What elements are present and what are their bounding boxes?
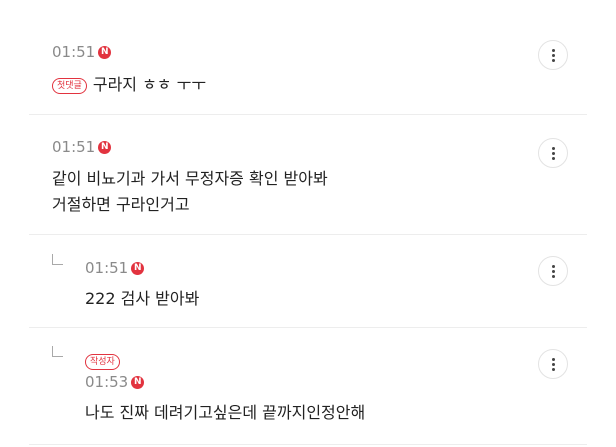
first-comment-tag: 첫댓글 xyxy=(52,78,87,94)
comment-time: 01:51 xyxy=(85,259,129,277)
comment-time: 01:51 xyxy=(52,138,96,156)
more-options-button[interactable] xyxy=(538,40,568,70)
more-vertical-icon-dot xyxy=(551,156,555,160)
new-badge-icon: N xyxy=(131,375,145,389)
comment-meta: 01:51 N xyxy=(52,138,112,156)
new-badge-icon: N xyxy=(98,45,112,59)
author-tag: 작성자 xyxy=(85,354,120,370)
comment-time: 01:51 xyxy=(52,43,96,61)
comment-divider xyxy=(29,114,587,115)
more-vertical-icon xyxy=(551,264,555,268)
new-badge-icon: N xyxy=(131,261,145,275)
new-badge-icon: N xyxy=(98,140,112,154)
comment-text: 222 검사 받아봐 xyxy=(85,289,200,308)
comment-divider xyxy=(29,234,587,235)
comment-text: 구라지 ㅎㅎ ㅜㅜ xyxy=(92,75,207,94)
comment-text-line-2: 거절하면 구라인거고 xyxy=(52,195,190,214)
comment-meta: 01:53 N xyxy=(85,373,145,391)
reply-arrow-icon xyxy=(52,346,63,357)
reply-arrow-icon xyxy=(52,254,63,265)
comment-divider xyxy=(29,327,587,328)
more-vertical-icon xyxy=(551,146,555,150)
more-options-button[interactable] xyxy=(538,256,568,286)
more-vertical-icon-dot xyxy=(551,367,555,371)
comment-text: 나도 진짜 데려기고싶은데 끝까지인정안해 xyxy=(85,403,366,422)
comment-text-line-1: 같이 비뇨기과 가서 무정자증 확인 받아봐 xyxy=(52,169,328,188)
more-options-button[interactable] xyxy=(538,138,568,168)
comment-divider xyxy=(29,444,587,445)
more-vertical-icon-dot xyxy=(551,151,555,155)
more-vertical-icon-dot xyxy=(551,362,555,366)
more-vertical-icon-dot xyxy=(551,58,555,62)
more-vertical-icon xyxy=(551,48,555,52)
more-vertical-icon xyxy=(551,357,555,361)
comment-meta: 01:51 N xyxy=(85,259,145,277)
comment-meta: 01:51 N xyxy=(52,43,112,61)
more-vertical-icon-dot xyxy=(551,269,555,273)
more-vertical-icon-dot xyxy=(551,274,555,278)
author-tag-wrap: 작성자 xyxy=(85,351,126,370)
more-options-button[interactable] xyxy=(538,349,568,379)
more-vertical-icon-dot xyxy=(551,53,555,57)
comment-body: 첫댓글 구라지 ㅎㅎ ㅜㅜ xyxy=(52,72,206,97)
comment-time: 01:53 xyxy=(85,373,129,391)
